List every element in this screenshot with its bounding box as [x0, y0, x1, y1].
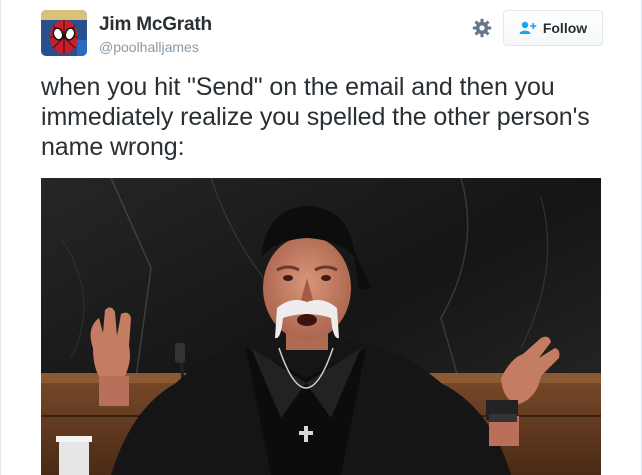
tweet-text: when you hit "Send" on the email and the… — [41, 73, 590, 161]
avatar[interactable] — [41, 10, 87, 56]
photo-man-shrugging-courtroom — [41, 178, 601, 475]
follow-button[interactable]: Follow — [503, 10, 603, 46]
author-display-name[interactable]: Jim McGrath — [99, 14, 212, 36]
spiderman-avatar-icon — [41, 10, 87, 56]
author-names: Jim McGrath @poolhalljames — [99, 14, 212, 55]
add-user-icon — [519, 21, 537, 34]
follow-button-label: Follow — [542, 20, 588, 36]
tweet-header: Jim McGrath @poolhalljames Follow — [41, 10, 603, 60]
tweet-card: Jim McGrath @poolhalljames Follow when y… — [0, 0, 642, 475]
gear-icon[interactable] — [470, 16, 494, 40]
tweet-photo[interactable] — [41, 178, 601, 475]
author-handle[interactable]: @poolhalljames — [99, 39, 212, 55]
